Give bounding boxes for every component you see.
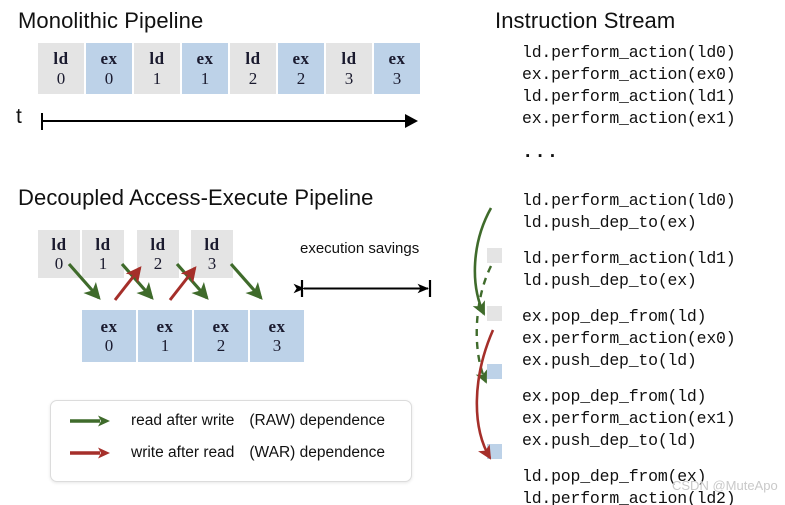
code-line: ex.perform_action(ex1) [522, 109, 736, 128]
execution-savings-label: execution savings [300, 240, 420, 257]
stage-index-label: 2 [216, 336, 226, 355]
decoupled-pipeline-title: Decoupled Access-Execute Pipeline [18, 185, 374, 210]
legend-item-label: read after write [131, 412, 235, 429]
raw-arrow-ld1-ex1 [120, 262, 154, 300]
stage-index-label: 0 [56, 68, 66, 88]
code-ellipsis: ... [522, 141, 560, 163]
raw-arrow-ld3-ex3 [229, 262, 263, 300]
code-line: ex.pop_dep_from(ld) [522, 307, 707, 326]
stream-dependence-arrows [472, 207, 495, 460]
legend-arrow-icon [70, 447, 110, 459]
stage-index-label: 2 [248, 68, 258, 88]
stage-index-label: 1 [160, 336, 170, 355]
monolithic-pipeline-title: Monolithic Pipeline [18, 8, 204, 33]
stage-index-label: 3 [392, 68, 402, 88]
code-line: ex.pop_dep_from(ld) [522, 387, 707, 406]
stage-index-label: 0 [104, 336, 114, 355]
code-line: ld.perform_action(ld1) [522, 87, 736, 106]
code-line: ld.perform_action(ld2) [522, 489, 736, 505]
stage-kind-label: ld [149, 49, 165, 69]
stage-index-label: 2 [296, 68, 306, 88]
execution-savings-measure [293, 280, 432, 297]
code-group: ex.pop_dep_from(ld) ex.perform_action(ex1… [522, 387, 736, 455]
time-axis-line [41, 120, 409, 122]
code-group: ld.perform_action(ld0) ld.push_dep_to(ex) [522, 191, 736, 237]
stage-index-label: 1 [152, 68, 162, 88]
stage-index-label: 3 [272, 336, 282, 355]
decoupled-ex-stage-2: ex 2 [194, 310, 248, 362]
monolithic-stage-ex2: ex 2 [278, 43, 324, 94]
code-line: ex.push_dep_to(ld) [522, 431, 697, 450]
stage-kind-label: ex [268, 316, 286, 336]
monolithic-stage-ld0: ld 0 [38, 43, 84, 94]
monolithic-stage-ex1: ex 1 [182, 43, 228, 94]
legend-item-raw: read after write (RAW) dependence [69, 412, 411, 430]
instruction-stream-bottom-block: ld.perform_action(ld0) ld.push_dep_to(ex)… [522, 191, 736, 505]
legend-item-tag: (RAW) dependence [249, 412, 385, 429]
legend-item-label: write after read [131, 444, 235, 461]
code-group: ex.pop_dep_from(ld) ex.perform_action(ex0… [522, 307, 736, 375]
war-arrow-ex1-ld3 [168, 266, 197, 301]
decoupled-ex-stage-row: ex 0 ex 1 ex 2 ex 3 [82, 310, 304, 362]
stage-index-label: 3 [344, 68, 354, 88]
legend-item-tag: (WAR) dependence [249, 444, 385, 461]
time-axis-arrowhead-icon [405, 114, 418, 128]
code-line: ld.push_dep_to(ex) [522, 213, 697, 232]
monolithic-stage-ld2: ld 2 [230, 43, 276, 94]
decoupled-ex-stage-3: ex 3 [250, 310, 304, 362]
code-line: ld.perform_action(ld0) [522, 43, 736, 62]
stage-index-label: 0 [104, 68, 114, 88]
monolithic-stage-ld1: ld 1 [134, 43, 180, 94]
code-line: ld.perform_action(ld0) [522, 191, 736, 210]
stream-war-arrow-1 [475, 329, 495, 460]
stage-kind-label: ex [196, 49, 214, 69]
time-axis-label: t [16, 105, 22, 128]
stage-kind-label: ld [341, 49, 357, 69]
stage-kind-label: ld [245, 49, 261, 69]
instruction-stream-title: Instruction Stream [495, 8, 676, 33]
legend-arrow-icon [70, 415, 110, 427]
code-line: ex.perform_action(ex1) [522, 409, 736, 428]
stage-kind-label: ex [100, 49, 118, 69]
code-line: ex.push_dep_to(ld) [522, 351, 697, 370]
stage-kind-label: ex [388, 49, 406, 69]
code-line: ex.perform_action(ex0) [522, 329, 736, 348]
dependence-arrows-group [67, 262, 263, 301]
monolithic-stage-row: ld 0 ex 0 ld 1 ex 1 ld 2 ex 2 ld 3 ex 3 [38, 43, 420, 94]
code-line: ld.push_dep_to(ex) [522, 271, 697, 290]
stage-kind-label: ld [204, 234, 220, 254]
diagram-canvas: Monolithic Pipeline ld 0 ex 0 ld 1 ex 1 ld 2 ex 2 ld… [0, 0, 785, 505]
stage-kind-label: ex [156, 316, 174, 336]
watermark: CSDN @MuteApo [672, 478, 778, 493]
stage-kind-label: ex [100, 316, 118, 336]
monolithic-stage-ex3: ex 3 [374, 43, 420, 94]
stage-index-label: 1 [200, 68, 210, 88]
legend-item-war: write after read (WAR) dependence [69, 444, 411, 462]
stage-kind-label: ld [150, 234, 166, 254]
decoupled-ex-stage-1: ex 1 [138, 310, 192, 362]
stage-kind-label: ld [53, 49, 69, 69]
monolithic-stage-ld3: ld 3 [326, 43, 372, 94]
raw-arrow-ld0-ex0 [67, 262, 101, 300]
legend-panel: read after write (RAW) dependence write af… [50, 400, 412, 482]
raw-arrow-ld2-ex2 [175, 262, 209, 300]
code-group: ld.perform_action(ld1) ld.push_dep_to(ex) [522, 249, 736, 295]
war-arrow-ex0-ld2 [113, 266, 142, 301]
decoupled-ex-stage-0: ex 0 [82, 310, 136, 362]
monolithic-stage-ex0: ex 0 [86, 43, 132, 94]
stream-raw-arrow-dashed-1 [475, 265, 493, 384]
stage-kind-label: ld [95, 234, 111, 254]
stage-kind-label: ex [292, 49, 310, 69]
stage-kind-label: ld [51, 234, 67, 254]
code-line: ex.perform_action(ex0) [522, 65, 736, 84]
instruction-stream-top-block: ld.perform_action(ld0) ex.perform_action(… [522, 43, 736, 163]
code-line: ld.perform_action(ld1) [522, 249, 736, 268]
stream-raw-arrow-solid-1 [472, 207, 493, 316]
stage-kind-label: ex [212, 316, 230, 336]
